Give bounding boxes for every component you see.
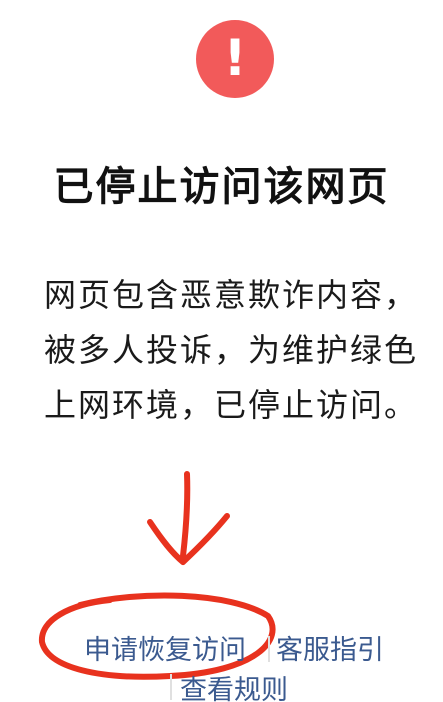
red-arrow-shaft-icon	[180, 471, 191, 559]
link-divider	[170, 674, 172, 700]
action-links: 申请恢复访问 客服指引 查看规则	[0, 626, 443, 702]
blocked-page: ! 已停止访问该网页 网页包含恶意欺诈内容， 被多人投诉，为维护绿色 上网环境，…	[0, 0, 443, 702]
red-annotation-markup	[38, 471, 276, 680]
service-guide-link[interactable]: 客服指引	[276, 628, 384, 667]
apply-restore-access-link[interactable]: 申请恢复访问	[84, 628, 246, 667]
view-rules-link[interactable]: 查看规则	[180, 668, 288, 702]
link-divider	[268, 636, 270, 662]
